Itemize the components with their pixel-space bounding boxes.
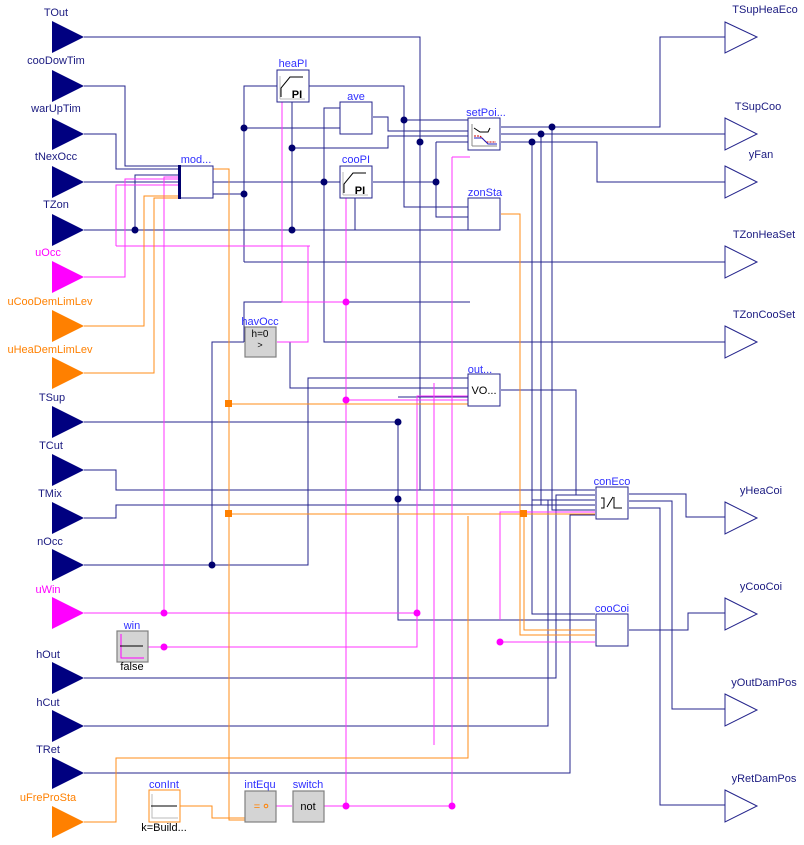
input-TRet[interactable]: TRet xyxy=(36,744,84,789)
output-connectors: TSupHeaEco TSupCoo yFan TZonHeaSet TZonC… xyxy=(724,4,798,823)
wires-integer xyxy=(84,168,595,823)
output-yHeaCoi[interactable]: yHeaCoi xyxy=(724,485,782,535)
block-diagram: TOut cooDowTim warUpTim tNexOcc TZon uOc… xyxy=(8,4,798,838)
output-label: TSupHeaEco xyxy=(732,4,797,16)
output-label: yCooCoi xyxy=(740,581,782,593)
input-hOut[interactable]: hOut xyxy=(36,649,84,694)
block-label: mod... xyxy=(181,154,212,166)
input-label: tNexOcc xyxy=(35,151,78,163)
wires-boolean xyxy=(84,101,595,807)
input-TSup[interactable]: TSup xyxy=(39,392,84,438)
input-tNexOcc[interactable]: tNexOcc xyxy=(35,151,84,198)
block-param: h=0 xyxy=(252,329,269,340)
output-TSupCoo[interactable]: TSupCoo xyxy=(724,101,781,151)
output-label: yHeaCoi xyxy=(740,485,782,497)
input-uFreProSta[interactable]: uFreProSta xyxy=(20,792,84,838)
block-ave[interactable]: ave xyxy=(339,91,373,135)
output-yOutDamPos[interactable]: yOutDamPos xyxy=(724,677,797,727)
input-label: cooDowTim xyxy=(27,55,85,67)
input-label: warUpTim xyxy=(30,103,81,115)
block-label: cooCoi xyxy=(595,603,629,615)
block-icon-text: PI xyxy=(355,185,365,197)
input-uWin[interactable]: uWin xyxy=(35,584,84,629)
block-label: havOcc xyxy=(241,316,279,328)
input-label: hOut xyxy=(36,649,60,661)
block-label: out... xyxy=(468,364,492,376)
input-label: TCut xyxy=(39,440,63,452)
input-label: TZon xyxy=(43,199,69,211)
input-label: uOcc xyxy=(35,247,61,259)
block-label: win xyxy=(123,620,141,632)
input-uOcc[interactable]: uOcc xyxy=(35,247,84,293)
output-label: yOutDamPos xyxy=(731,677,797,689)
block-label: conInt xyxy=(149,779,179,791)
block-icon-text: PI xyxy=(292,89,302,101)
block-label: heaPI xyxy=(279,58,308,70)
block-switch[interactable]: not switch xyxy=(292,779,325,823)
block-out[interactable]: VO... out... xyxy=(467,364,501,407)
input-label: uHeaDemLimLev xyxy=(8,344,93,356)
output-label: TZonHeaSet xyxy=(733,229,795,241)
input-warUpTim[interactable]: warUpTim xyxy=(30,103,84,150)
output-label: TZonCooSet xyxy=(733,309,795,321)
block-param: false xyxy=(120,661,143,673)
block-icon-text: VO... xyxy=(471,385,496,397)
input-uCooDemLimLev[interactable]: uCooDemLimLev xyxy=(8,296,93,342)
input-nOcc[interactable]: nOcc xyxy=(37,536,84,581)
block-cooCoi[interactable]: cooCoi xyxy=(595,603,629,647)
block-icon-text: > xyxy=(257,340,262,350)
block-conEco[interactable]: conEco xyxy=(594,476,631,520)
block-label: intEqu xyxy=(244,779,275,791)
block-label: ave xyxy=(347,91,365,103)
output-label: TSupCoo xyxy=(735,101,781,113)
input-label: TOut xyxy=(44,7,68,19)
input-uHeaDemLimLev[interactable]: uHeaDemLimLev xyxy=(8,344,93,389)
block-label: switch xyxy=(293,779,324,791)
block-zonSta[interactable]: zonSta xyxy=(467,187,503,231)
block-icon-text: not xyxy=(300,801,315,813)
block-cooPI[interactable]: PI cooPI xyxy=(339,154,373,199)
input-label: uCooDemLimLev xyxy=(8,296,93,308)
block-label: cooPI xyxy=(342,154,370,166)
block-label: conEco xyxy=(594,476,631,488)
input-label: TSup xyxy=(39,392,65,404)
output-yCooCoi[interactable]: yCooCoi xyxy=(724,581,782,631)
block-win[interactable]: false win xyxy=(116,620,149,673)
output-label: yFan xyxy=(749,149,773,161)
output-TZonHeaSet[interactable]: TZonHeaSet xyxy=(724,229,795,279)
input-TCut[interactable]: TCut xyxy=(39,440,84,486)
block-icon-text: = xyxy=(254,801,260,813)
output-label: yRetDamPos xyxy=(732,773,797,785)
output-TSupHeaEco[interactable]: TSupHeaEco xyxy=(724,4,798,54)
input-TMix[interactable]: TMix xyxy=(38,488,84,534)
input-label: uWin xyxy=(35,584,60,596)
block-intEqu[interactable]: = intEqu xyxy=(244,779,277,823)
input-label: hCut xyxy=(36,697,59,709)
wires-real xyxy=(84,36,727,806)
output-TZonCooSet[interactable]: TZonCooSet xyxy=(724,309,795,359)
block-label: setPoi... xyxy=(466,107,506,119)
block-param: k=Build... xyxy=(141,822,187,834)
input-label: nOcc xyxy=(37,536,63,548)
input-label: uFreProSta xyxy=(20,792,77,804)
input-label: TRet xyxy=(36,744,60,756)
block-conInt[interactable]: k=Build... conInt xyxy=(141,779,187,834)
block-mod[interactable]: mod... xyxy=(178,154,214,199)
input-connectors: TOut cooDowTim warUpTim tNexOcc TZon uOc… xyxy=(8,7,93,838)
block-havOcc[interactable]: h=0 > havOcc xyxy=(241,316,279,358)
input-hCut[interactable]: hCut xyxy=(36,697,84,742)
output-yFan[interactable]: yFan xyxy=(724,149,773,199)
block-setPoi[interactable]: setPoi... xyxy=(466,107,506,151)
input-TOut[interactable]: TOut xyxy=(44,7,84,53)
input-TZon[interactable]: TZon xyxy=(43,199,84,246)
block-heaPI[interactable]: PI heaPI xyxy=(276,58,310,103)
output-yRetDamPos[interactable]: yRetDamPos xyxy=(724,773,797,823)
block-label: zonSta xyxy=(468,187,503,199)
input-cooDowTim[interactable]: cooDowTim xyxy=(27,55,85,102)
input-label: TMix xyxy=(38,488,62,500)
